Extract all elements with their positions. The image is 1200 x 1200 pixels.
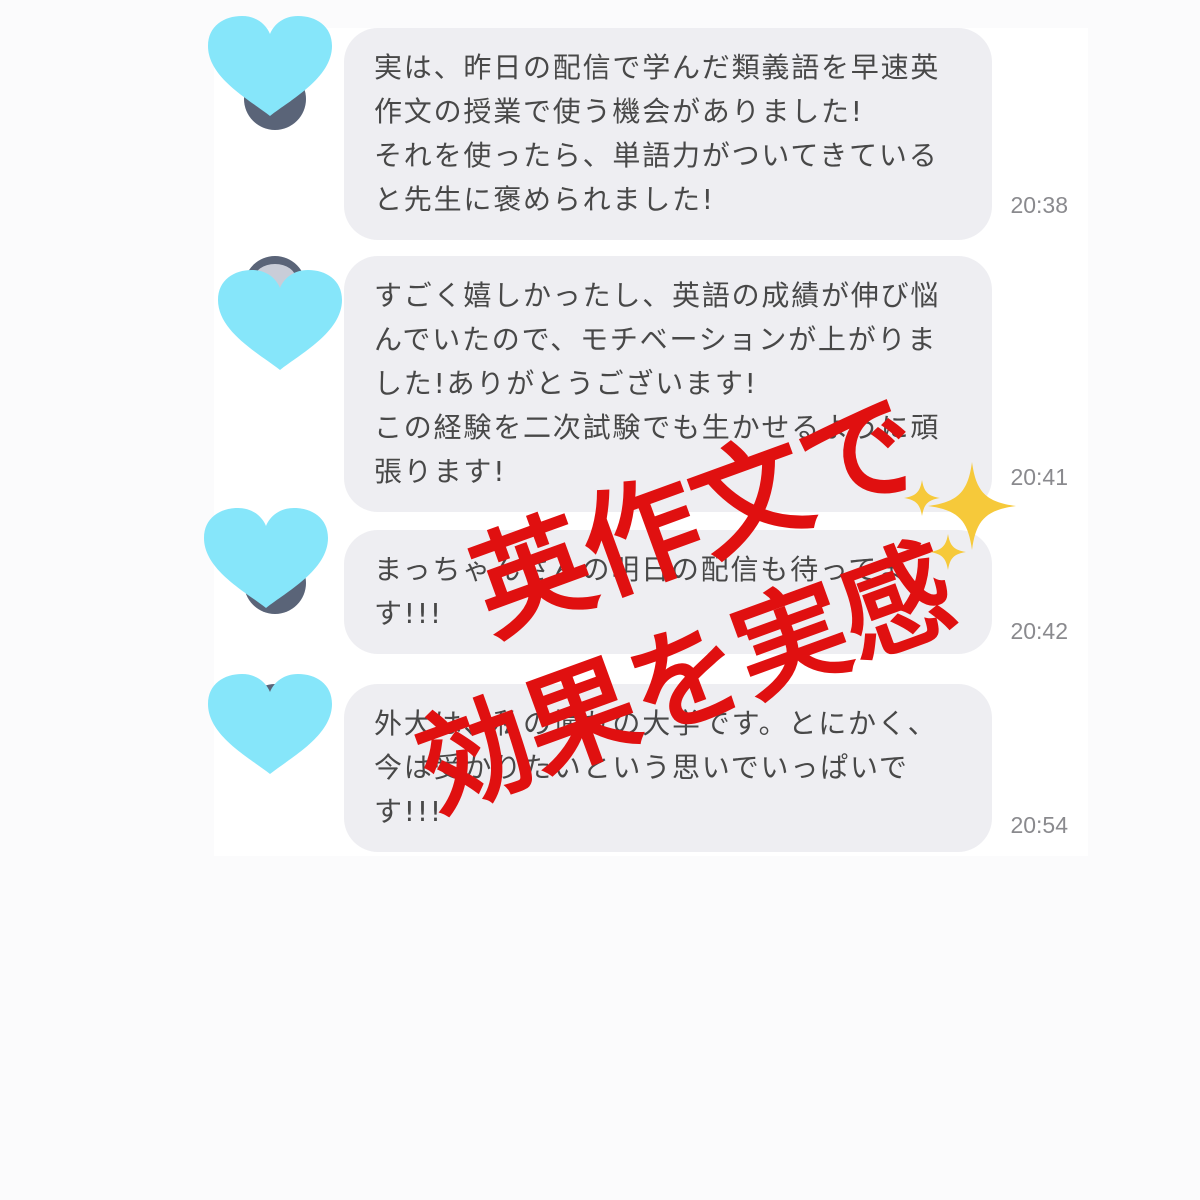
screenshot-stage: 実は、昨日の配信で学んだ類義語を早速英 作文の授業で使う機会がありました! それ… — [0, 0, 1200, 1200]
message-time: 20:54 — [1010, 812, 1068, 838]
message-bubble: 実は、昨日の配信で学んだ類義語を早速英 作文の授業で使う機会がありました! それ… — [344, 28, 992, 240]
message-time: 20:42 — [1010, 618, 1068, 644]
message-line: 作文の授業で使う機会がありました! — [374, 95, 864, 128]
message-line: と先生に褒められました! — [374, 183, 715, 216]
heart-icon — [200, 506, 332, 616]
sparkles-icon — [900, 462, 1020, 572]
heart-icon — [214, 268, 346, 378]
heart-icon — [204, 672, 336, 782]
message-time: 20:38 — [1010, 192, 1068, 218]
message-line: すごく嬉しかったし、英語の成績が伸び悩 — [374, 279, 941, 312]
message-line: 実は、昨日の配信で学んだ類義語を早速英 — [374, 51, 941, 84]
heart-icon — [204, 14, 336, 124]
message-line: それを使ったら、単語力がついてきている — [374, 139, 939, 172]
